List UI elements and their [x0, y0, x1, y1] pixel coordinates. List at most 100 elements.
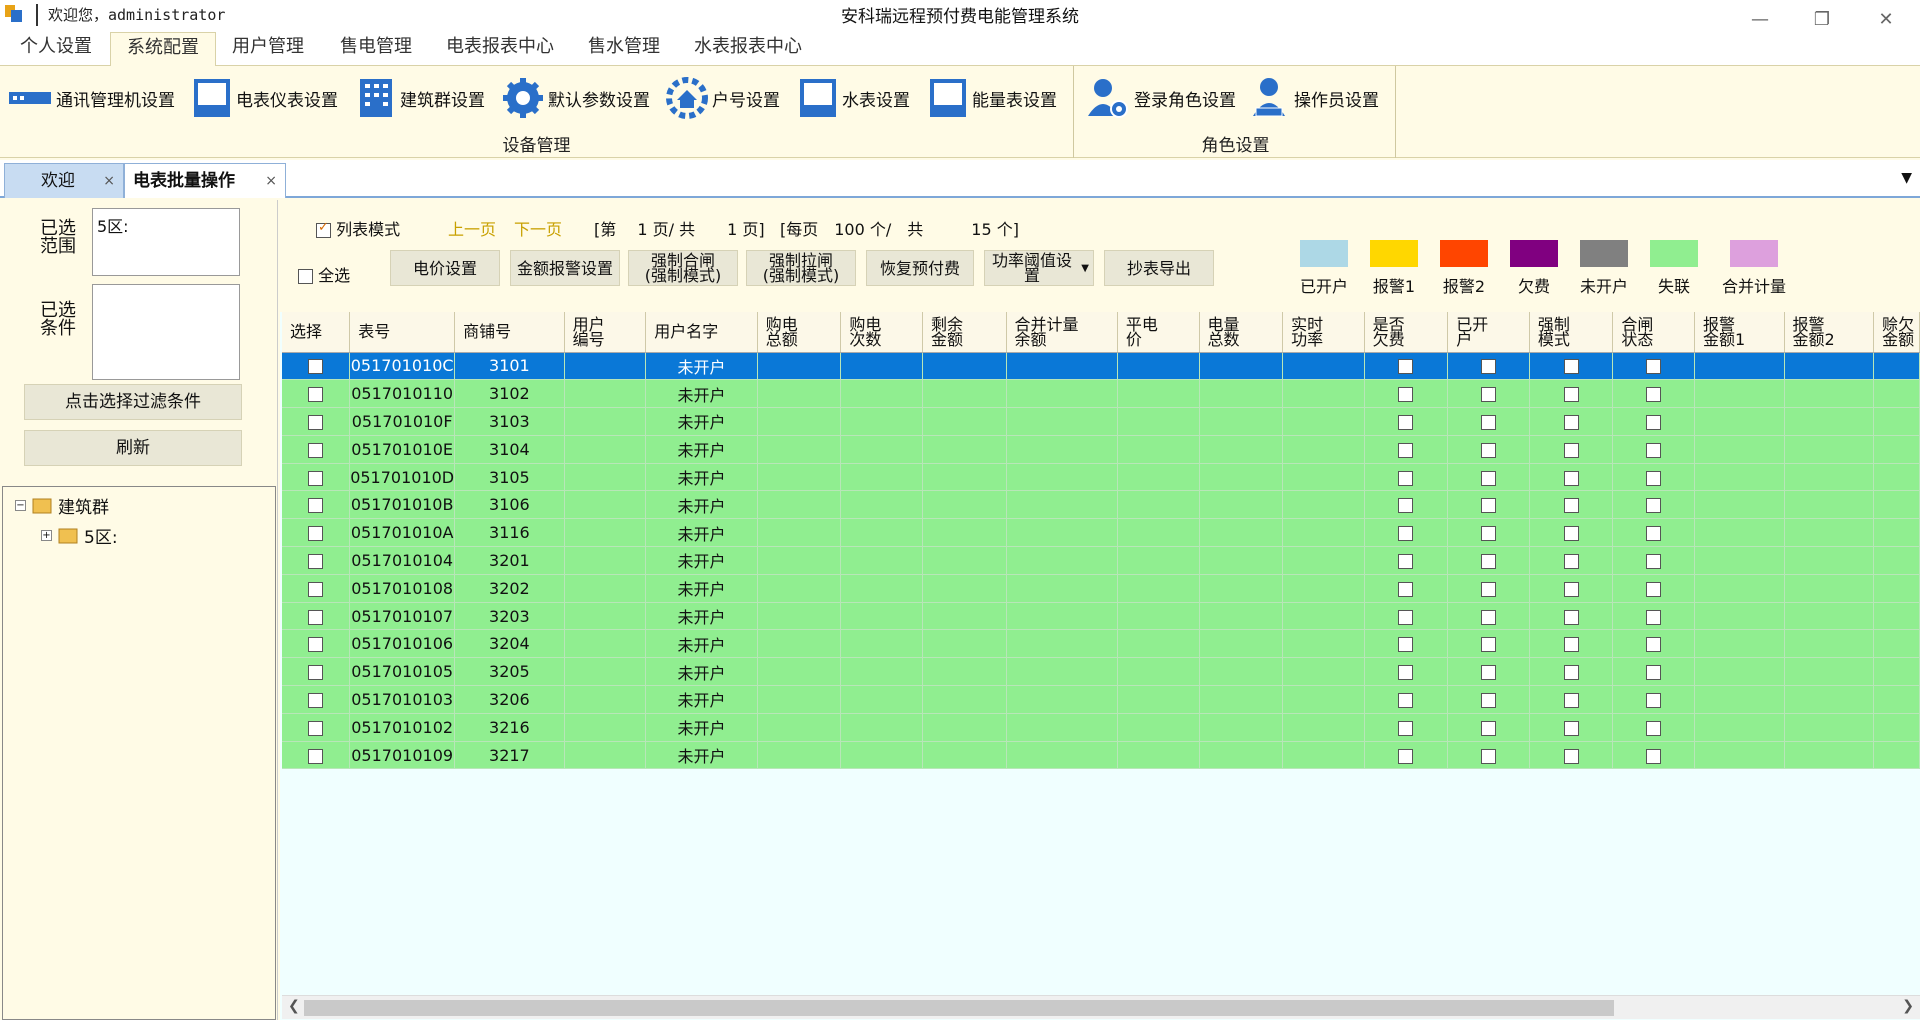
- menu-tab-system-config[interactable]: 系统配置: [110, 32, 216, 67]
- row-checkbox[interactable]: [308, 637, 324, 653]
- row-checkbox[interactable]: [1563, 442, 1579, 458]
- amount-alarm-settings-button[interactable]: 金额报警设置: [510, 250, 620, 286]
- row-checkbox[interactable]: [1481, 637, 1497, 653]
- column-header[interactable]: 选择: [282, 312, 351, 353]
- minimize-button[interactable]: —: [1740, 6, 1780, 34]
- column-header[interactable]: 平电 价: [1117, 312, 1200, 353]
- select-all-toggle[interactable]: 全选: [298, 262, 350, 286]
- row-checkbox[interactable]: [1398, 637, 1414, 653]
- row-checkbox[interactable]: [1563, 526, 1579, 542]
- table-row[interactable]: 0517010110 3102 未开户: [282, 379, 1920, 409]
- table-row[interactable]: 051701010E 3104 未开户: [282, 435, 1920, 464]
- row-checkbox[interactable]: [1646, 553, 1662, 569]
- column-header[interactable]: 表号: [349, 312, 456, 353]
- row-checkbox[interactable]: [1481, 470, 1497, 486]
- household-settings-button[interactable]: 户号设置: [666, 76, 780, 120]
- prev-page-link[interactable]: 上一页: [448, 216, 496, 240]
- row-checkbox[interactable]: [1646, 442, 1662, 458]
- row-checkbox[interactable]: [1398, 442, 1414, 458]
- row-checkbox[interactable]: [1398, 665, 1414, 681]
- table-row[interactable]: 0517010109 3217 未开户: [282, 741, 1920, 770]
- row-checkbox[interactable]: [308, 442, 324, 458]
- row-checkbox[interactable]: [308, 720, 324, 736]
- row-checkbox[interactable]: [1481, 720, 1497, 736]
- row-checkbox[interactable]: [1646, 665, 1662, 681]
- row-checkbox[interactable]: [1646, 637, 1662, 653]
- column-header[interactable]: 强制 模式: [1529, 312, 1614, 353]
- table-row[interactable]: 051701010C 3101 未开户: [282, 352, 1920, 381]
- table-row[interactable]: 0517010104 3201 未开户: [282, 546, 1920, 575]
- row-checkbox[interactable]: [1398, 609, 1414, 625]
- collapse-icon[interactable]: −: [15, 500, 26, 511]
- meter-instrument-settings-button[interactable]: 电表仪表设置: [192, 76, 338, 120]
- row-checkbox[interactable]: [1563, 414, 1579, 430]
- row-checkbox[interactable]: [308, 359, 324, 375]
- column-header[interactable]: 用户名字: [645, 312, 758, 353]
- row-checkbox[interactable]: [1563, 609, 1579, 625]
- row-checkbox[interactable]: [1563, 720, 1579, 736]
- row-checkbox[interactable]: [1398, 470, 1414, 486]
- row-checkbox[interactable]: [1481, 526, 1497, 542]
- row-checkbox[interactable]: [1563, 359, 1579, 375]
- row-checkbox[interactable]: [1563, 581, 1579, 597]
- row-checkbox[interactable]: [1398, 498, 1414, 514]
- column-header[interactable]: 已开 户: [1447, 312, 1530, 353]
- menu-tab-user-management[interactable]: 用户管理: [216, 32, 320, 66]
- tab-meter-batch[interactable]: 电表批量操作 ×: [124, 163, 286, 198]
- row-checkbox[interactable]: [1563, 498, 1579, 514]
- login-role-settings-button[interactable]: 登录角色设置: [1086, 76, 1236, 120]
- row-checkbox[interactable]: [308, 748, 324, 764]
- tree-node-zone5[interactable]: + 5区:: [41, 523, 118, 548]
- scope-field[interactable]: 5区:: [92, 208, 240, 276]
- row-checkbox[interactable]: [1646, 581, 1662, 597]
- row-checkbox[interactable]: [1481, 553, 1497, 569]
- column-header[interactable]: 赊欠 金额: [1873, 312, 1920, 353]
- row-checkbox[interactable]: [1646, 526, 1662, 542]
- row-checkbox[interactable]: [1563, 553, 1579, 569]
- table-row[interactable]: 0517010102 3216 未开户: [282, 713, 1920, 742]
- menu-tab-water-reports[interactable]: 水表报表中心: [678, 32, 818, 66]
- table-row[interactable]: 0517010107 3203 未开户: [282, 602, 1920, 631]
- row-checkbox[interactable]: [1481, 609, 1497, 625]
- column-header[interactable]: 实时 功率: [1282, 312, 1365, 353]
- filter-condition-button[interactable]: 点击选择过滤条件: [24, 384, 242, 420]
- table-row[interactable]: 0517010103 3206 未开户: [282, 685, 1920, 714]
- refresh-button[interactable]: 刷新: [24, 430, 242, 466]
- table-row[interactable]: 0517010108 3202 未开户: [282, 574, 1920, 603]
- tabs-dropdown-icon[interactable]: ▼: [1901, 170, 1912, 186]
- list-mode-checkbox[interactable]: [316, 220, 331, 238]
- row-checkbox[interactable]: [1398, 414, 1414, 430]
- row-checkbox[interactable]: [1481, 414, 1497, 430]
- row-checkbox[interactable]: [1481, 665, 1497, 681]
- row-checkbox[interactable]: [1398, 748, 1414, 764]
- column-header[interactable]: 用户 编号: [564, 312, 647, 353]
- row-checkbox[interactable]: [308, 470, 324, 486]
- row-checkbox[interactable]: [1563, 692, 1579, 708]
- scroll-left-icon[interactable]: ❮: [288, 998, 300, 1014]
- row-checkbox[interactable]: [308, 553, 324, 569]
- row-checkbox[interactable]: [308, 526, 324, 542]
- row-checkbox[interactable]: [1398, 692, 1414, 708]
- tab-welcome[interactable]: 欢迎 ×: [4, 163, 124, 198]
- operator-settings-button[interactable]: 操作员设置: [1248, 76, 1379, 120]
- column-header[interactable]: 商铺号: [454, 312, 565, 353]
- row-checkbox[interactable]: [1481, 692, 1497, 708]
- table-row[interactable]: 051701010B 3106 未开户: [282, 490, 1920, 520]
- column-header[interactable]: 报警 金额2: [1784, 312, 1875, 353]
- menu-tab-personal[interactable]: 个人设置: [4, 32, 108, 66]
- close-button[interactable]: ✕: [1866, 6, 1906, 34]
- row-checkbox[interactable]: [1563, 470, 1579, 486]
- tree-node-root[interactable]: − 建筑群: [15, 493, 109, 518]
- column-header[interactable]: 合并计量 余额: [1006, 312, 1118, 353]
- column-header[interactable]: 购电 次数: [840, 312, 923, 353]
- price-settings-button[interactable]: 电价设置: [390, 250, 500, 286]
- condition-field[interactable]: [92, 284, 240, 380]
- row-checkbox[interactable]: [1646, 359, 1662, 375]
- column-header[interactable]: 报警 金额1: [1694, 312, 1785, 353]
- menu-tab-electricity-sales[interactable]: 售电管理: [324, 32, 428, 66]
- water-meter-settings-button[interactable]: 水表设置: [798, 76, 910, 120]
- table-row[interactable]: 051701010D 3105 未开户: [282, 463, 1920, 492]
- row-checkbox[interactable]: [1563, 637, 1579, 653]
- row-checkbox[interactable]: [1563, 387, 1579, 403]
- table-row[interactable]: 0517010106 3204 未开户: [282, 629, 1920, 659]
